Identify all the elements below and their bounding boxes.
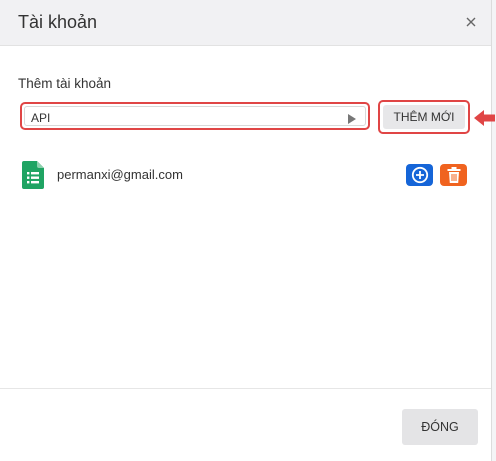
caret-right-icon bbox=[348, 114, 356, 124]
close-button[interactable]: ĐÓNG bbox=[402, 409, 478, 445]
plus-circle-icon bbox=[411, 166, 428, 184]
google-sheets-icon bbox=[22, 161, 44, 189]
dialog-title: Tài khoản bbox=[18, 12, 98, 32]
annotation-arrow-icon bbox=[474, 110, 495, 126]
add-to-account-button[interactable] bbox=[406, 164, 433, 186]
account-type-value: API bbox=[31, 111, 51, 125]
dialog-header: Tài khoản bbox=[0, 0, 491, 46]
add-new-button[interactable]: THÊM MỚI bbox=[383, 105, 465, 129]
account-type-select[interactable]: API bbox=[24, 106, 366, 126]
close-dialog-x-button[interactable] bbox=[461, 12, 481, 32]
highlight-annotation-add-button: THÊM MỚI bbox=[378, 100, 470, 134]
close-icon bbox=[466, 17, 476, 27]
account-row: permanxi@gmail.com bbox=[20, 160, 472, 190]
highlight-annotation-select: API bbox=[20, 102, 370, 130]
account-email: permanxi@gmail.com bbox=[57, 167, 183, 182]
add-account-label: Thêm tài khoản bbox=[18, 76, 112, 91]
trash-icon bbox=[447, 167, 460, 183]
dialog-footer: ĐÓNG bbox=[0, 388, 491, 461]
delete-account-button[interactable] bbox=[440, 164, 467, 186]
accounts-dialog: Tài khoản Thêm tài khoản API THÊM MỚI pe… bbox=[0, 0, 495, 461]
